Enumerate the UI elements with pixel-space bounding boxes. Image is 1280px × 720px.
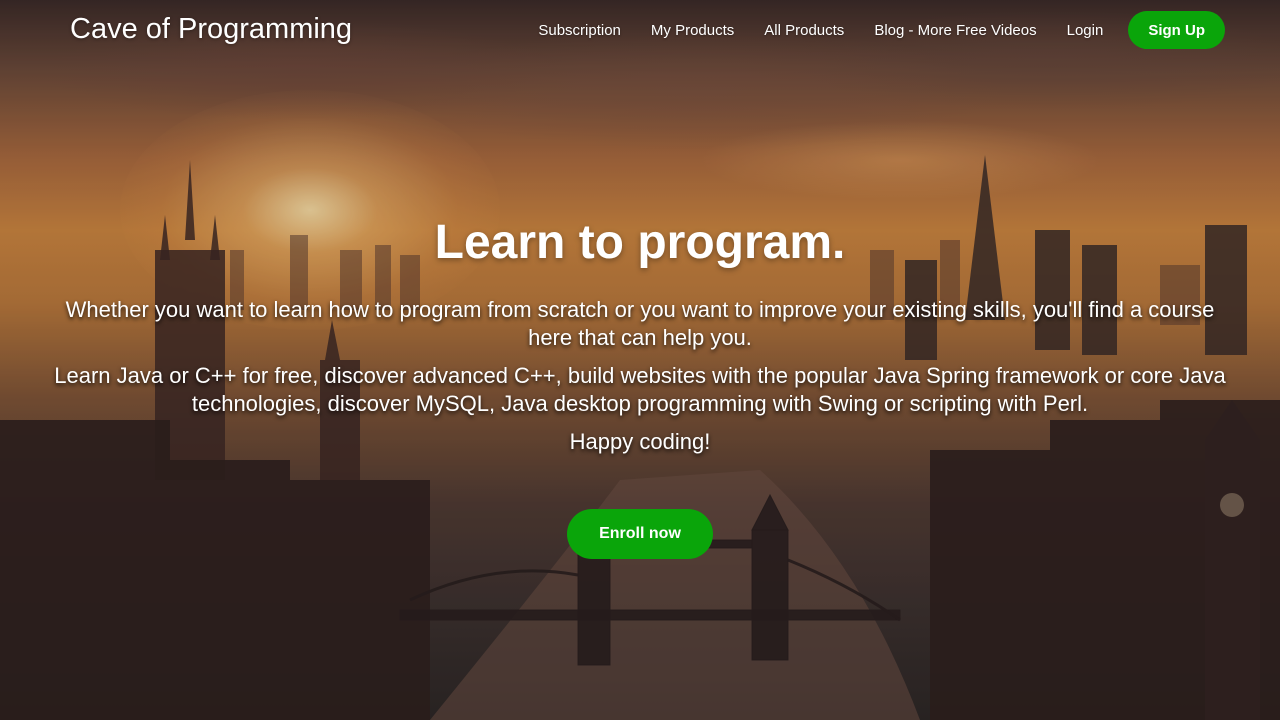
nav-link-blog[interactable]: Blog - More Free Videos: [874, 22, 1036, 39]
sign-up-button[interactable]: Sign Up: [1128, 11, 1225, 49]
enroll-now-button[interactable]: Enroll now: [567, 509, 713, 559]
main-nav: Subscription My Products All Products Bl…: [538, 11, 1225, 49]
site-logo[interactable]: Cave of Programming: [70, 10, 352, 48]
nav-link-my-products[interactable]: My Products: [651, 22, 734, 39]
nav-link-subscription[interactable]: Subscription: [538, 22, 621, 39]
hero-section: Learn to program. Whether you want to le…: [40, 212, 1240, 466]
hero-intro-text: Whether you want to learn how to program…: [65, 297, 1215, 350]
hero-closing-text: Happy coding!: [569, 429, 711, 454]
nav-link-all-products[interactable]: All Products: [764, 22, 844, 39]
landing-page: Cave of Programming Subscription My Prod…: [0, 0, 1280, 720]
hero-title: Learn to program.: [434, 216, 846, 269]
nav-link-login[interactable]: Login: [1067, 22, 1104, 39]
hero-courses-text: Learn Java or C++ for free, discover adv…: [54, 363, 1226, 416]
site-header: Cave of Programming Subscription My Prod…: [0, 0, 1280, 60]
